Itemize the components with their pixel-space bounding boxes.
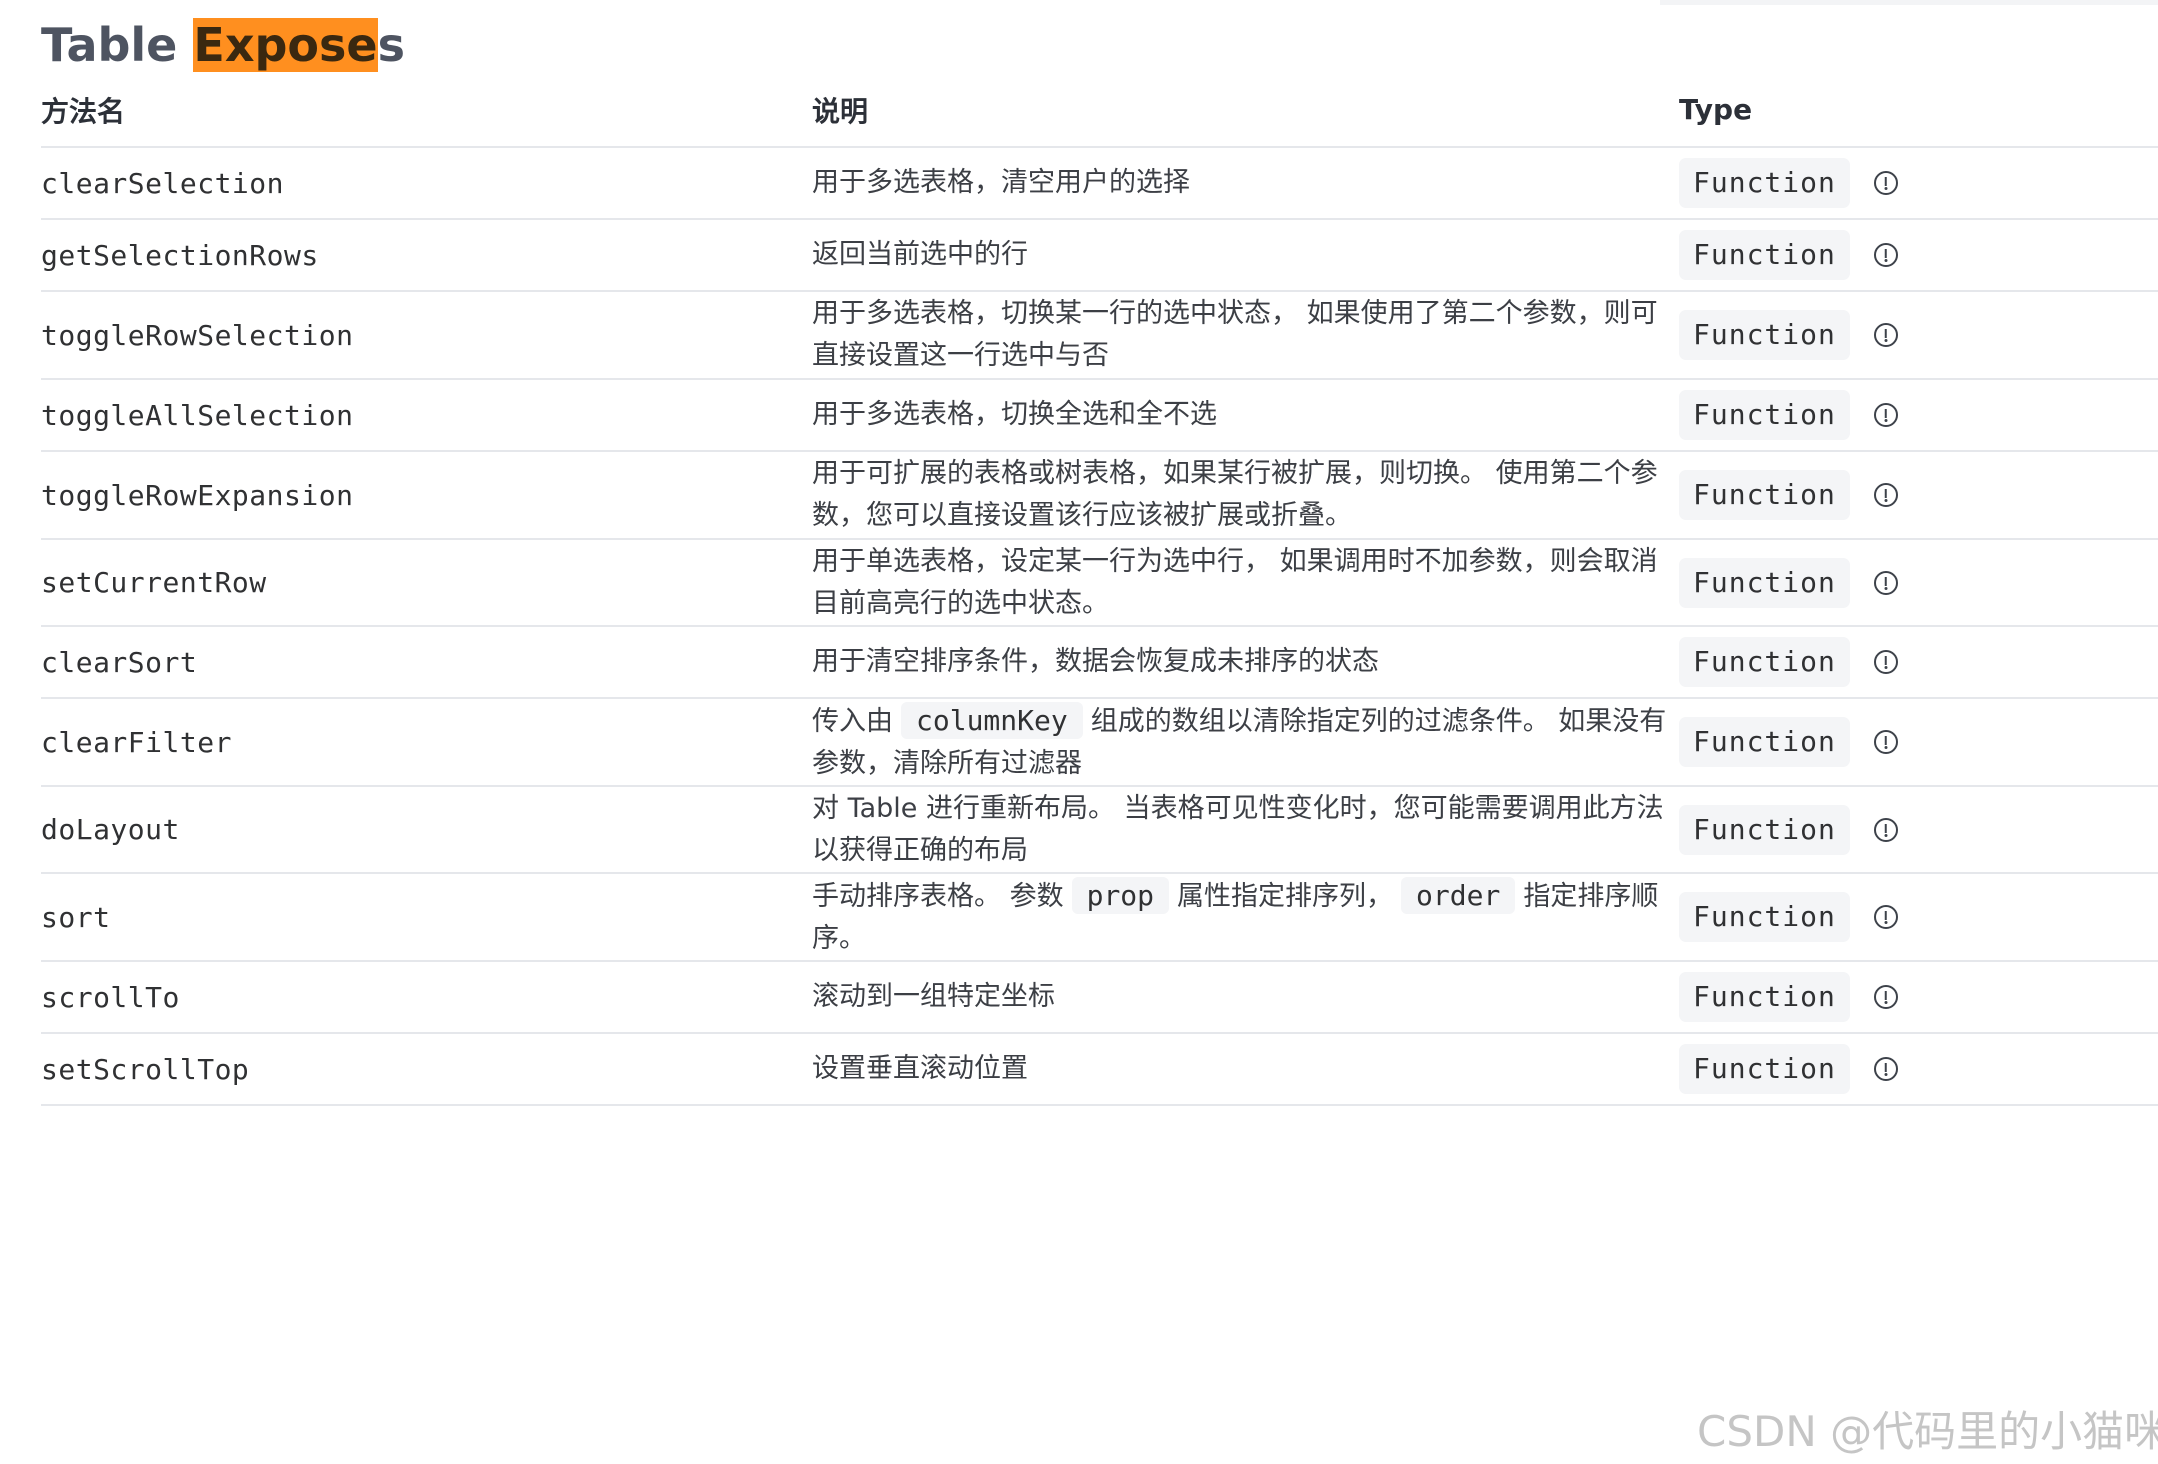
method-description: 传入由 columnKey 组成的数组以清除指定列的过滤条件。 如果没有参数，清除所… xyxy=(812,698,1679,787)
type-tag: Function xyxy=(1679,470,1850,520)
info-circle-icon[interactable] xyxy=(1873,243,1898,267)
table-header-row: 方法名 说明 Type xyxy=(41,73,2158,148)
method-name: doLayout xyxy=(41,786,812,874)
exposes-table: 方法名 说明 Type clearSelection 用于多选表格，清空用户的选… xyxy=(41,73,2158,1106)
page-title: Table Exposes xyxy=(41,14,405,76)
type-tag: Function xyxy=(1679,230,1850,280)
type-tag: Function xyxy=(1679,557,1850,608)
method-description: 用于多选表格，切换全选和全不选 xyxy=(812,379,1679,452)
info-circle-icon[interactable] xyxy=(1873,171,1898,195)
method-description: 对 Table 进行重新布局。 当表格可见性变化时，您可能需要调用此方法以获得正… xyxy=(812,786,1679,874)
table-row: clearSort 用于清空排序条件，数据会恢复成未排序的状态 Function xyxy=(41,626,2158,699)
type-tag: Function xyxy=(1679,972,1850,1022)
method-description: 手动排序表格。 参数 prop 属性指定排序列， order 指定排序顺序。 xyxy=(812,873,1679,962)
watermark: CSDN @代码里的小猫咪 xyxy=(1697,1407,2158,1456)
info-circle-icon[interactable] xyxy=(1873,1057,1898,1081)
type-tag: Function xyxy=(1679,390,1850,440)
inline-code: columnKey xyxy=(901,701,1083,739)
method-description: 返回当前选中的行 xyxy=(812,219,1679,292)
inline-code: order xyxy=(1401,876,1516,914)
table-row: toggleAllSelection 用于多选表格，切换全选和全不选 Funct… xyxy=(41,379,2158,452)
inline-code: prop xyxy=(1071,876,1170,914)
table-row: scrollTo 滚动到一组特定坐标 Function xyxy=(41,961,2158,1034)
type-tag: Function xyxy=(1679,892,1850,942)
table-row: toggleRowExpansion 用于可扩展的表格或树表格，如果某行被扩展，… xyxy=(41,451,2158,540)
column-header-method-name: 方法名 xyxy=(41,73,812,148)
info-circle-icon[interactable] xyxy=(1873,985,1898,1009)
table-row: sort 手动排序表格。 参数 prop 属性指定排序列， order 指定排序顺序。 … xyxy=(41,873,2158,962)
method-description: 用于清空排序条件，数据会恢复成未排序的状态 xyxy=(812,626,1679,699)
method-name: toggleAllSelection xyxy=(41,379,812,452)
method-description: 用于多选表格，切换某一行的选中状态， 如果使用了第二个参数，则可直接设置这一行选… xyxy=(812,291,1679,380)
column-header-description: 说明 xyxy=(812,73,1679,148)
description-text: 传入由 xyxy=(812,705,893,737)
method-name: toggleRowSelection xyxy=(41,291,812,380)
table-row: getSelectionRows 返回当前选中的行 Function xyxy=(41,219,2158,292)
method-name: clearSort xyxy=(41,626,812,699)
description-text: 属性指定排序列， xyxy=(1177,880,1394,912)
title-suffix: s xyxy=(377,18,405,72)
column-header-type: Type xyxy=(1679,73,2158,148)
method-description: 用于多选表格，清空用户的选择 xyxy=(812,147,1679,220)
title-prefix: Table xyxy=(41,18,194,72)
method-description: 设置垂直滚动位置 xyxy=(812,1033,1679,1106)
method-name: setScrollTop xyxy=(41,1033,812,1106)
table-row: clearFilter 传入由 columnKey 组成的数组以清除指定列的过滤条件… xyxy=(41,698,2158,787)
info-circle-icon[interactable] xyxy=(1873,817,1898,842)
method-name: clearFilter xyxy=(41,698,812,787)
info-circle-icon[interactable] xyxy=(1873,570,1898,595)
info-circle-icon[interactable] xyxy=(1873,483,1898,507)
table-row: toggleRowSelection 用于多选表格，切换某一行的选中状态， 如果… xyxy=(41,291,2158,380)
info-circle-icon[interactable] xyxy=(1873,650,1898,674)
type-tag: Function xyxy=(1679,1044,1850,1094)
type-tag: Function xyxy=(1679,310,1850,360)
top-bar-shadow xyxy=(1660,0,2158,5)
description-text: 手动排序表格。 参数 xyxy=(812,880,1064,912)
info-circle-icon[interactable] xyxy=(1873,905,1898,929)
type-tag: Function xyxy=(1679,804,1850,855)
table-row: setScrollTop 设置垂直滚动位置 Function xyxy=(41,1033,2158,1106)
method-name: setCurrentRow xyxy=(41,539,812,627)
method-name: scrollTo xyxy=(41,961,812,1034)
type-tag: Function xyxy=(1679,637,1850,687)
type-tag: Function xyxy=(1679,717,1850,767)
table-row: doLayout 对 Table 进行重新布局。 当表格可见性变化时，您可能需要… xyxy=(41,786,2158,874)
method-name: sort xyxy=(41,873,812,962)
method-description: 用于可扩展的表格或树表格，如果某行被扩展，则切换。 使用第二个参数，您可以直接设… xyxy=(812,451,1679,540)
info-circle-icon[interactable] xyxy=(1873,730,1898,754)
table-row: clearSelection 用于多选表格，清空用户的选择 Function xyxy=(41,147,2158,220)
method-description: 用于单选表格，设定某一行为选中行， 如果调用时不加参数，则会取消目前高亮行的选中… xyxy=(812,539,1679,627)
method-name: toggleRowExpansion xyxy=(41,451,812,540)
method-name: getSelectionRows xyxy=(41,219,812,292)
method-name: clearSelection xyxy=(41,147,812,220)
info-circle-icon[interactable] xyxy=(1873,403,1898,427)
table-row: setCurrentRow 用于单选表格，设定某一行为选中行， 如果调用时不加参… xyxy=(41,539,2158,627)
method-description: 滚动到一组特定坐标 xyxy=(812,961,1679,1034)
type-tag: Function xyxy=(1679,158,1850,208)
title-search-highlight: Expose xyxy=(193,18,378,72)
info-circle-icon[interactable] xyxy=(1873,323,1898,347)
